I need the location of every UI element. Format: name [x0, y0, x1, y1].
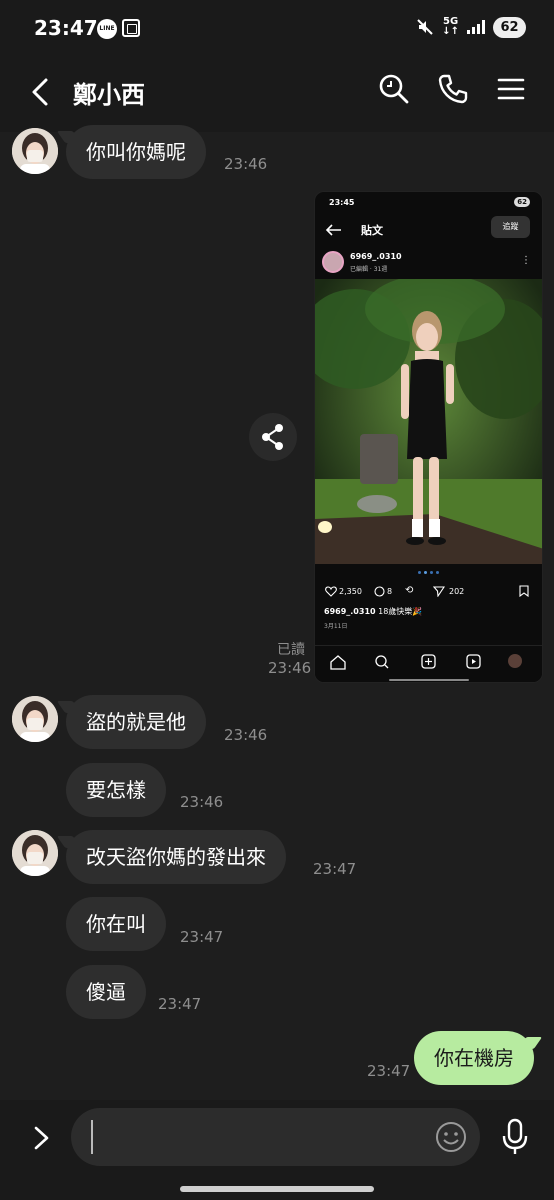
status-time: 23:47: [34, 16, 98, 40]
shot-more-icon: ⋮: [521, 255, 531, 266]
shot-battery: 62: [514, 197, 530, 207]
network-type: 5G ↓↑: [442, 16, 459, 37]
back-icon[interactable]: [22, 72, 62, 112]
image-message[interactable]: 23:45 62 貼文 追蹤 6969_.0310 已編輯 · 31週 ⋮ 2,…: [314, 191, 543, 683]
expand-icon[interactable]: [26, 1120, 58, 1156]
shot-username: 6969_.0310: [350, 252, 402, 261]
chat-messages[interactable]: 你叫你媽呢 23:46 已讀 23:46 23:45 62 貼文 追蹤 6969…: [0, 125, 554, 1100]
contact-avatar[interactable]: [12, 128, 58, 174]
battery-indicator: 62: [493, 16, 526, 38]
shot-user-avatar: [322, 251, 344, 273]
message-bubble[interactable]: 你在叫: [66, 897, 166, 951]
shot-date: 3月11日: [324, 623, 348, 630]
signal-icon: [467, 20, 485, 34]
shot-share-count: 202: [449, 587, 465, 596]
shot-page-title: 貼文: [361, 224, 383, 237]
status-bar: 23:47 LINE 5G ↓↑ 62: [0, 0, 554, 52]
chat-title[interactable]: 鄭小西: [73, 75, 145, 110]
shot-repost-icon: ⟲: [405, 585, 414, 596]
share-button[interactable]: [249, 413, 297, 461]
shot-back-icon: [325, 224, 341, 236]
screenshot-scan-icon: [122, 19, 140, 37]
message-time: 23:46: [224, 726, 268, 744]
home-indicator[interactable]: [180, 1186, 374, 1192]
share-icon: [262, 424, 283, 450]
message-bubble[interactable]: 盜的就是他: [66, 695, 206, 749]
message-bubble[interactable]: 傻逼: [66, 965, 146, 1019]
message-time: 23:46: [268, 659, 312, 677]
menu-icon[interactable]: [493, 71, 529, 107]
message-time: 23:47: [367, 1062, 411, 1080]
shot-send-icon: [433, 586, 445, 597]
message-time: 23:46: [180, 793, 224, 811]
shot-follow-button: 追蹤: [491, 216, 530, 238]
message-bubble-outgoing[interactable]: 你在機房: [414, 1031, 534, 1085]
message-time: 23:47: [313, 860, 357, 878]
mic-icon[interactable]: [498, 1117, 532, 1157]
shot-like-count: 2,350: [339, 587, 362, 596]
shot-comment-count: 8: [387, 587, 393, 596]
line-app-icon: LINE: [97, 19, 117, 39]
search-icon[interactable]: [376, 71, 412, 107]
emoji-icon[interactable]: [434, 1120, 468, 1154]
text-caret: [91, 1120, 93, 1154]
shot-carousel-dots: [418, 571, 439, 574]
phone-icon[interactable]: [435, 71, 471, 107]
message-bubble[interactable]: 你叫你媽呢: [66, 125, 206, 179]
message-time: 23:46: [224, 155, 268, 173]
read-receipt: 已讀: [277, 642, 305, 658]
message-time: 23:47: [158, 995, 202, 1013]
status-indicators: 5G ↓↑ 62: [416, 16, 526, 38]
shot-home-indicator: [389, 679, 469, 681]
message-input[interactable]: [71, 1108, 480, 1166]
shot-action-row: 2,350 8 ⟲ 202: [325, 584, 535, 600]
message-time: 23:47: [180, 928, 224, 946]
contact-avatar[interactable]: [12, 830, 58, 876]
shot-like-icon: [325, 586, 337, 597]
shot-post-photo: [315, 279, 542, 564]
shot-post-meta: 已編輯 · 31週: [350, 266, 388, 273]
contact-avatar[interactable]: [12, 696, 58, 742]
shot-status-time: 23:45: [329, 198, 355, 207]
shot-caption: 6969_.0310 18歲快樂🎉: [324, 607, 423, 616]
message-input-bar: [0, 1100, 554, 1200]
message-bubble[interactable]: 要怎樣: [66, 763, 166, 817]
shot-bookmark-icon: [519, 585, 529, 597]
shot-comment-icon: [374, 586, 385, 597]
message-bubble[interactable]: 改天盜你媽的發出來: [66, 830, 286, 884]
mute-icon: [417, 19, 433, 35]
chat-header: 鄭小西: [0, 52, 554, 132]
shot-bottom-nav: [315, 645, 542, 682]
shot-status-bar: 23:45 62: [315, 192, 542, 214]
